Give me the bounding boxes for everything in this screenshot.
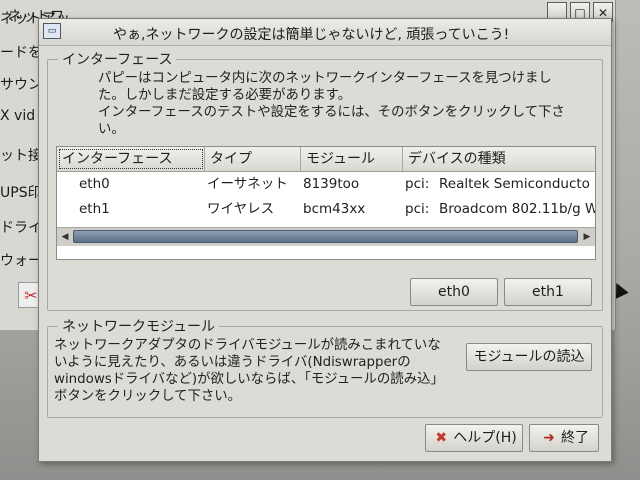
cell-device: Realtek Semiconducto bbox=[439, 176, 590, 192]
network-setup-dialog: ▭ やぁ,ネットワークの設定は簡単じゃないけど, 頑張っていこう! インターフェ… bbox=[38, 18, 612, 462]
background-item-8: ウォー bbox=[0, 253, 42, 269]
column-header-interface[interactable]: インターフェース bbox=[57, 147, 205, 171]
load-module-button[interactable]: モジュールの読込 bbox=[466, 343, 592, 371]
cell-interface: eth0 bbox=[79, 176, 110, 192]
dialog-title: やぁ,ネットワークの設定は簡単じゃないけど, 頑張っていこう! bbox=[113, 27, 510, 43]
cell-device: Broadcom 802.11b/g W bbox=[439, 201, 595, 217]
column-header-type[interactable]: タイプ bbox=[205, 147, 301, 171]
help-icon: ✖ bbox=[435, 430, 448, 446]
module-frame: ネットワークモジュール ネットワークアダプタのドライバモジュールが読みこまれてい… bbox=[47, 316, 603, 418]
background-item-7: ドライ bbox=[0, 220, 42, 236]
background-item-3: サウン bbox=[0, 77, 42, 93]
column-header-module[interactable]: モジュール bbox=[301, 147, 403, 171]
interface-table: インターフェース タイプ モジュール デバイスの種類 eth0 イーサネット 8… bbox=[56, 146, 596, 260]
scroll-left-icon[interactable]: ◀ bbox=[58, 230, 72, 244]
interface-frame-label: インターフェース bbox=[58, 49, 177, 69]
background-item-6: UPS印 bbox=[0, 185, 42, 201]
scrollbar-thumb[interactable] bbox=[73, 230, 578, 243]
window-icon: ▭ bbox=[43, 23, 61, 39]
background-item-5: ット接 bbox=[0, 148, 42, 164]
table-row[interactable]: eth1 ワイヤレス bcm43xx pci: Broadcom 802.11b… bbox=[57, 197, 595, 221]
cell-module: 8139too bbox=[303, 176, 360, 192]
cell-type: ワイヤレス bbox=[207, 201, 275, 217]
table-header: インターフェース タイプ モジュール デバイスの種類 bbox=[57, 147, 595, 172]
cell-module: bcm43xx bbox=[303, 201, 366, 217]
module-description: ネットワークアダプタのドライバモジュールが読みこまれていないように見えたり、ある… bbox=[54, 338, 444, 404]
cell-interface: eth1 bbox=[79, 201, 110, 217]
help-button-label: ヘルプ(H) bbox=[453, 430, 517, 446]
dialog-titlebar: ▭ やぁ,ネットワークの設定は簡単じゃないけど, 頑張っていこう! bbox=[39, 19, 611, 46]
cell-type: イーサネット bbox=[207, 176, 288, 192]
background-item-2: ードを bbox=[0, 45, 42, 61]
horizontal-scrollbar[interactable]: ◀ ▶ bbox=[57, 227, 595, 246]
table-row[interactable]: eth0 イーサネット 8139too pci: Realtek Semicon… bbox=[57, 172, 595, 196]
exit-button-label: 終了 bbox=[561, 430, 589, 446]
cell-bus: pci: bbox=[405, 201, 430, 217]
background-item-4: X vid bbox=[0, 108, 36, 124]
interface-frame: インターフェース パピーはコンピュータ内に次のネットワークインターフェースを見つ… bbox=[47, 49, 603, 311]
help-button[interactable]: ✖ ヘルプ(H) bbox=[425, 424, 523, 452]
desktop: ネットワ _ □ ✕ ネットアッ ードを サウン X vid ット接 UPS印 … bbox=[0, 0, 640, 480]
interface-description: パピーはコンピュータ内に次のネットワークインターフェースを見つけました。しかしま… bbox=[98, 71, 565, 137]
exit-button[interactable]: ➜ 終了 bbox=[529, 424, 599, 452]
module-frame-label: ネットワークモジュール bbox=[58, 316, 220, 336]
cell-bus: pci: bbox=[405, 176, 430, 192]
eth1-button[interactable]: eth1 bbox=[504, 278, 592, 306]
scroll-right-icon[interactable]: ▶ bbox=[580, 230, 594, 244]
eth0-button[interactable]: eth0 bbox=[410, 278, 498, 306]
exit-icon: ➜ bbox=[543, 430, 555, 446]
column-header-device-type[interactable]: デバイスの種類 bbox=[403, 147, 595, 171]
